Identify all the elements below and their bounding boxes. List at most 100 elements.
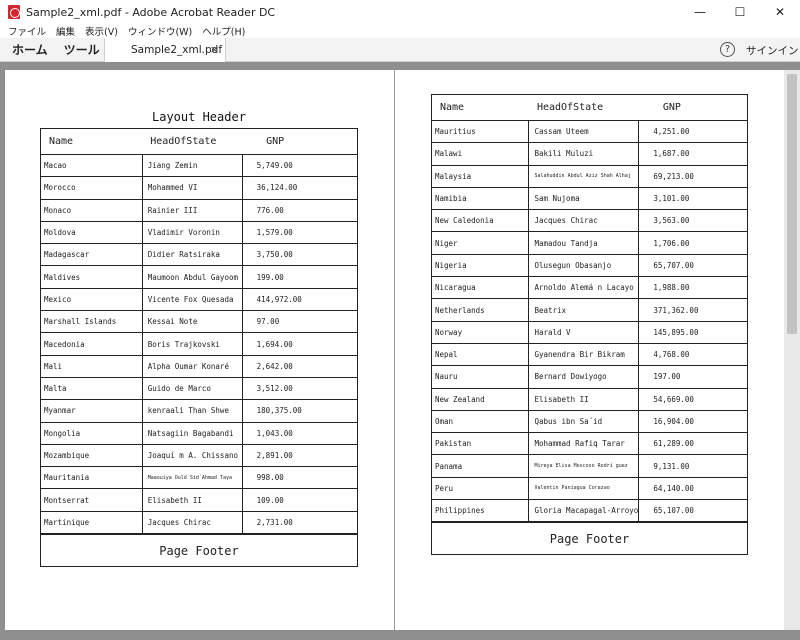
table-row: Malawi Bakili Muluzi 1,687.00 [431,142,748,166]
acrobat-pdf-icon [8,5,20,19]
gnp-cell: 36,124.00 [241,176,358,200]
head-of-state-cell: Valentin Paniagua Corazao [528,476,639,500]
head-of-state-cell: Gyanendra Bir Bikram [528,342,639,366]
country-cell: Malaysia [431,164,529,188]
table-row: Nauru Bernard Dowiyogo 197.00 [431,365,748,389]
table-row: New Zealand Elisabeth II 54,669.00 [431,387,748,411]
minimize-button[interactable]: — [680,0,720,24]
head-of-state-cell: Jiang Zemin [141,153,243,177]
head-of-state-cell: Jacques Chirac [141,510,243,534]
gnp-cell: 199.00 [241,265,358,289]
gnp-cell: 2,731.00 [241,510,358,534]
gnp-cell: 371,362.00 [638,298,748,322]
tab-tools[interactable]: ツール [56,41,108,58]
gnp-cell: 65,707.00 [638,253,748,277]
country-cell: Mexico [40,287,143,311]
head-of-state-cell: Rainier III [141,198,243,222]
table-row: Peru Valentin Paniagua Corazao 64,140.00 [431,476,748,500]
table-row: Maldives Maumoon Abdul Gayoom 199.00 [40,265,358,289]
tab-home[interactable]: ホーム [0,41,56,58]
gnp-cell: 180,375.00 [241,399,358,423]
head-of-state-cell: Sam Nujoma [528,186,639,210]
country-cell: Morocco [40,176,143,200]
gnp-cell: 9,131.00 [638,454,748,478]
head-of-state-cell: Natsagiin Bagabandi [141,421,243,445]
menu-edit[interactable]: 編集 [51,24,80,38]
country-cell: Niger [431,231,529,255]
tab-bar: ホーム ツール Sample2_xml.pdf × ? サインイン [0,38,800,62]
page-divider [394,70,395,630]
gnp-cell: 2,891.00 [241,443,358,467]
window-title: Sample2_xml.pdf - Adobe Acrobat Reader D… [26,5,276,19]
gnp-cell: 69,213.00 [638,164,748,188]
window-controls: — ☐ ✕ [680,0,800,24]
document-tab[interactable]: Sample2_xml.pdf × [104,38,226,62]
head-of-state-cell: Vicente Fox Quesada [141,287,243,311]
head-of-state-cell: Salahuddin Abdul Aziz Shah Alhaj [528,164,639,188]
country-cell: Oman [431,409,529,433]
table-row: Nicaragua Arnoldo Alemá n Lacayo 1,988.00 [431,276,748,299]
page-footer: Page Footer [40,534,358,567]
head-of-state-cell: Guido de Marco [141,376,243,400]
gnp-cell: 65,107.00 [638,499,748,522]
country-cell: Norway [431,320,529,344]
close-tab-icon[interactable]: × [210,43,219,56]
table-row: Montserrat Elisabeth II 109.00 [40,488,358,512]
head-of-state-cell: Bakili Muluzi [528,142,639,166]
table-row: Mongolia Natsagiin Bagabandi 1,043.00 [40,421,358,445]
document-viewer[interactable]: Layout Header Name HeadOfState GNP Macao… [0,62,800,640]
close-window-button[interactable]: ✕ [760,0,800,24]
title-bar: Sample2_xml.pdf - Adobe Acrobat Reader D… [0,0,800,24]
menu-window[interactable]: ウィンドウ(W) [123,24,197,38]
head-of-state-cell: Mohammad Rafiq Tarar [528,432,639,455]
report-table-page-2: Name HeadOfState GNP Mauritius Cassam Ute… [431,94,748,523]
head-of-state-cell: Beatrix [528,298,639,322]
gnp-cell: 1,706.00 [638,231,748,255]
table-row: Morocco Mohammed VI 36,124.00 [40,176,358,200]
gnp-cell: 1,579.00 [241,220,358,244]
table-row: Namibia Sam Nujoma 3,101.00 [431,186,748,210]
help-icon[interactable]: ? [720,42,735,57]
layout-header: Layout Header [152,110,246,124]
country-cell: Peru [431,476,529,500]
menu-file[interactable]: ファイル [0,24,51,38]
vertical-scrollbar[interactable] [784,70,800,630]
table-row: Mauritania Maaouiya Ould Sid´Ahmad Taya 99… [40,466,358,489]
country-cell: Nicaragua [431,276,529,299]
table-row: Panama Mireya Elisa Moscoso Rodrí guez 9,1… [431,454,748,478]
head-of-state-cell: Qabus ibn Sa´id [528,409,639,433]
gnp-cell: 3,563.00 [638,209,748,232]
table-row: Mexico Vicente Fox Quesada 414,972.00 [40,287,358,311]
table-header-row: Name HeadOfState GNP [431,94,748,121]
country-cell: Philippines [431,499,529,522]
head-of-state-cell: Alpha Oumar Konaré [141,354,243,378]
document-tab-label: Sample2_xml.pdf [131,44,223,56]
gnp-cell: 16,904.00 [638,409,748,433]
gnp-cell: 776.00 [241,198,358,222]
table-row: Marshall Islands Kessai Note 97.00 [40,310,358,333]
head-of-state-cell: Maaouiya Ould Sid´Ahmad Taya [141,466,243,489]
head-of-state-cell: Olusegun Obasanjo [528,253,639,277]
gnp-cell: 3,750.00 [241,243,358,266]
table-row: Nepal Gyanendra Bir Bikram 4,768.00 [431,342,748,366]
head-of-state-cell: Gloria Macapagal-Arroyo [528,499,639,522]
country-cell: Malta [40,376,143,400]
table-row: Netherlands Beatrix 371,362.00 [431,298,748,322]
column-header-gnp: GNP [638,94,748,121]
gnp-cell: 414,972.00 [241,287,358,311]
table-row: Malaysia Salahuddin Abdul Aziz Shah Alhaj… [431,164,748,188]
gnp-cell: 1,988.00 [638,276,748,299]
menu-view[interactable]: 表示(V) [80,24,123,38]
country-cell: Nauru [431,365,529,389]
head-of-state-cell: Maumoon Abdul Gayoom [141,265,243,289]
country-cell: Martinique [40,510,143,534]
gnp-cell: 4,251.00 [638,119,748,143]
country-cell: Panama [431,454,529,478]
maximize-button[interactable]: ☐ [720,0,760,24]
signin-button[interactable]: サインイン [746,43,799,58]
scrollbar-thumb[interactable] [787,74,797,334]
page-footer: Page Footer [431,522,748,555]
menu-help[interactable]: ヘルプ(H) [197,24,250,38]
head-of-state-cell: kenraali Than Shwe [141,399,243,423]
country-cell: Macedonia [40,332,143,356]
